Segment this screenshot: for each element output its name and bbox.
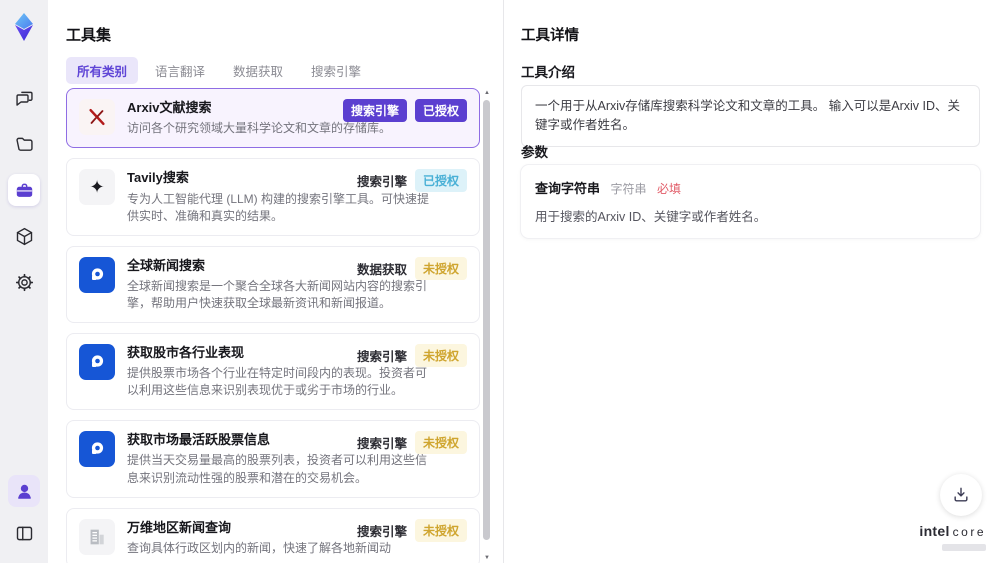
tool-description: 查询具体行政区划内的新闻，快速了解各地新闻动 — [127, 540, 392, 555]
tool-card-stock-sectors[interactable]: 获取股市各行业表现 提供股票市场各个行业在特定时间段内的表现。投资者可以利用这些… — [66, 332, 480, 411]
blue-app-logo-icon — [79, 256, 115, 293]
list-scrollbar[interactable]: ▲ ▼ — [482, 88, 492, 563]
tool-card-arxiv[interactable]: Arxiv文献搜索 访问各个研究领域大量科学论文和文章的存储库。 搜索引擎 已授… — [66, 88, 480, 149]
category-label: 搜索引擎 — [356, 524, 407, 539]
category-tabs: 所有类别 语言翻译 数据获取 搜索引擎 — [66, 57, 372, 84]
intel-logo-bar — [942, 544, 986, 551]
intel-core-logo: intel core — [919, 524, 986, 551]
status-badge-unauthorized: 未授权 — [414, 431, 467, 455]
status-badge-authorized: 已授权 — [414, 169, 467, 193]
intro-text-box: 一个用于从Arxiv存储库搜索科学论文和文章的工具。 输入可以是Arxiv ID… — [521, 85, 980, 147]
scrollbar-thumb[interactable] — [483, 100, 490, 540]
tool-description: 专为人工智能代理 (LLM) 构建的搜索引擎工具。可快速提供实时、准确和真实的结… — [127, 191, 430, 223]
scrollbar-up-arrow[interactable]: ▲ — [482, 90, 492, 96]
settings-gear-icon[interactable] — [8, 266, 40, 298]
scrollbar-down-arrow[interactable]: ▼ — [482, 555, 492, 561]
tool-name: Arxiv文献搜索 — [127, 100, 212, 115]
category-badge: 搜索引擎 — [342, 99, 407, 122]
tool-name: 获取股市各行业表现 — [127, 344, 245, 360]
tool-card-tavily[interactable]: ✦ Tavily搜索 专为人工智能代理 (LLM) 构建的搜索引擎工具。可快速提… — [66, 158, 480, 236]
download-icon — [954, 487, 968, 502]
tab-search-engine[interactable]: 搜索引擎 — [300, 57, 372, 84]
tool-name: 全球新闻搜索 — [127, 257, 206, 273]
collapse-panel-icon[interactable] — [8, 517, 40, 549]
category-label: 搜索引擎 — [356, 437, 407, 452]
param-description: 用于搜索的Arxiv ID、关键字或作者姓名。 — [535, 210, 767, 224]
tab-data-fetch[interactable]: 数据获取 — [222, 57, 294, 84]
rail-bottom — [8, 475, 40, 549]
page-title: 工具集 — [66, 27, 112, 44]
tool-description: 访问各个研究领域大量科学论文和文章的存储库。 — [127, 121, 392, 136]
left-rail — [0, 0, 48, 563]
category-label: 数据获取 — [356, 262, 407, 277]
category-label: 搜索引擎 — [356, 175, 407, 190]
status-badge-unauthorized: 未授权 — [414, 343, 467, 367]
param-required-flag: 必填 — [656, 182, 681, 196]
params-heading: 参数 — [521, 145, 548, 160]
parameter-card: 查询字符串 字符串 必填 用于搜索的Arxiv ID、关键字或作者姓名。 — [521, 165, 980, 238]
four-point-star-icon: ✦ — [79, 169, 115, 206]
chat-icon[interactable] — [8, 82, 40, 114]
tool-name: 获取市场最活跃股票信息 — [127, 432, 271, 448]
tool-name: Tavily搜索 — [127, 170, 189, 186]
arxiv-logo-icon — [79, 99, 115, 135]
tool-name: 万维地区新闻查询 — [127, 519, 232, 535]
status-badge-unauthorized: 未授权 — [414, 256, 467, 280]
toolbox-icon[interactable] — [8, 174, 40, 206]
building-icon — [79, 518, 115, 555]
status-badge-unauthorized: 未授权 — [414, 518, 467, 542]
category-label: 搜索引擎 — [356, 349, 407, 364]
intel-wordmark: intel — [919, 523, 950, 539]
tool-description: 全球新闻搜索是一个聚合全球各大新闻网站内容的搜索引擎，帮助用户快速获取全球最新资… — [127, 278, 428, 310]
user-avatar-icon[interactable] — [8, 475, 40, 507]
detail-title: 工具详情 — [521, 28, 579, 44]
param-name: 查询字符串 — [535, 181, 601, 196]
status-badge-authorized: 已授权 — [414, 99, 467, 122]
app-logo[interactable] — [9, 12, 39, 42]
param-type: 字符串 — [610, 182, 647, 196]
blue-app-logo-icon — [79, 343, 115, 380]
download-button[interactable] — [940, 474, 982, 516]
tool-description: 提供股票市场各个行业在特定时间段内的表现。投资者可以利用这些信息来识别表现优于或… — [127, 366, 428, 398]
tab-all-categories[interactable]: 所有类别 — [66, 57, 139, 84]
rail-nav — [8, 82, 40, 298]
tool-card-regional-news[interactable]: 万维地区新闻查询 查询具体行政区划内的新闻，快速了解各地新闻动 搜索引擎 未授权 — [66, 507, 480, 563]
tool-detail-panel: 工具详情 工具介绍 一个用于从Arxiv存储库搜索科学论文和文章的工具。 输入可… — [503, 0, 1000, 563]
core-wordmark: core — [952, 525, 986, 539]
blue-app-logo-icon — [79, 431, 115, 468]
tab-language-translation[interactable]: 语言翻译 — [144, 57, 216, 84]
intro-heading: 工具介绍 — [521, 65, 575, 80]
tool-card-global-news[interactable]: 全球新闻搜索 全球新闻搜索是一个聚合全球各大新闻网站内容的搜索引擎，帮助用户快速… — [66, 245, 480, 323]
package-icon[interactable] — [8, 220, 40, 252]
tool-card-active-stocks[interactable]: 获取市场最活跃股票信息 提供当天交易量最高的股票列表，投资者可以利用这些信息来识… — [66, 420, 480, 498]
folder-icon[interactable] — [8, 128, 40, 160]
tool-list: Arxiv文献搜索 访问各个研究领域大量科学论文和文章的存储库。 搜索引擎 已授… — [66, 88, 480, 563]
tool-description: 提供当天交易量最高的股票列表，投资者可以利用这些信息来识别流动性强的股票和潜在的… — [127, 453, 428, 485]
tool-list-panel: 工具集 所有类别 语言翻译 数据获取 搜索引擎 Arxiv文献搜索 访问各个研究… — [48, 0, 503, 563]
